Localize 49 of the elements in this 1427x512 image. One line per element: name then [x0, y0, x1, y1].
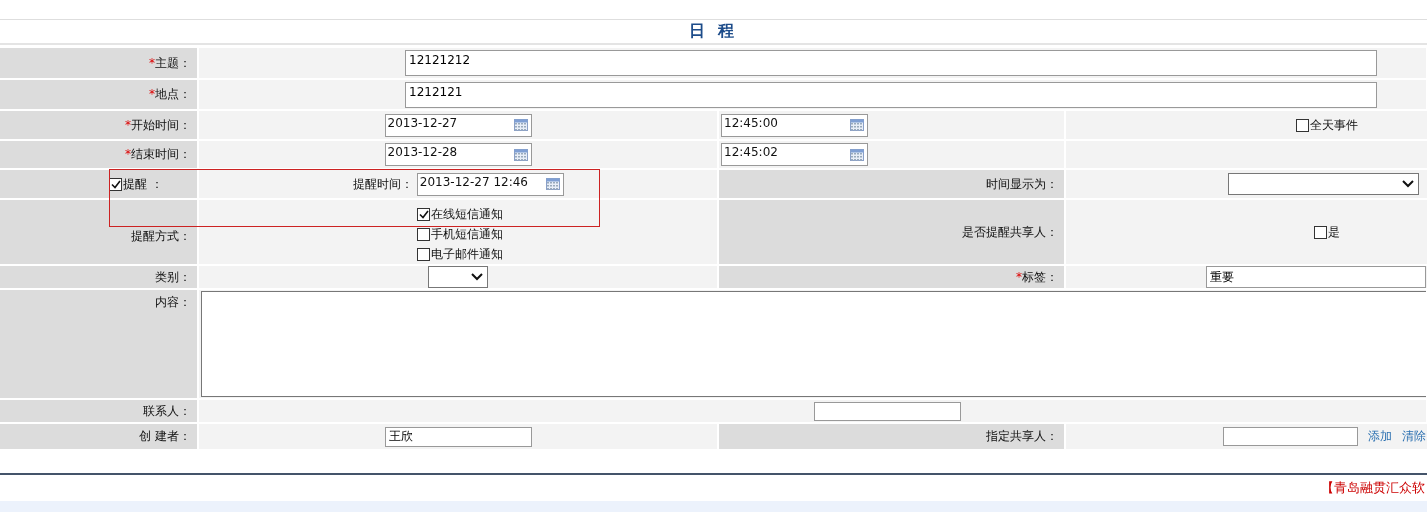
field-label: 联系人： [143, 403, 191, 418]
checkbox[interactable] [417, 247, 430, 261]
creator-field[interactable]: 王欣 [384, 426, 532, 447]
checkbox[interactable] [1313, 225, 1327, 239]
action-link[interactable]: 添加 [1368, 429, 1392, 443]
checkbox-label: 在线短信通知 [431, 205, 503, 223]
field-label: *结束时间： [125, 147, 191, 161]
calendar-icon[interactable] [850, 148, 864, 161]
calendar-icon[interactable] [513, 119, 528, 131]
field-label: *标签： [1016, 269, 1058, 284]
checkbox-label: 提醒 ： [123, 176, 163, 191]
date-field[interactable]: 2013-12-28 [384, 143, 532, 166]
time-display-select[interactable] [1228, 173, 1419, 195]
field-label: *开始时间： [125, 117, 191, 132]
field-label: *主题： [149, 55, 191, 70]
calendar-icon[interactable] [545, 178, 560, 190]
checkbox[interactable] [417, 227, 430, 241]
sharer-field[interactable] [1223, 427, 1358, 446]
tag-field[interactable]: 重要 [1206, 266, 1426, 288]
date-field[interactable]: 12:45:02 [721, 143, 868, 166]
field-label: 是否提醒共享人： [962, 224, 1058, 239]
field-label: 提醒方式： [131, 228, 191, 243]
date-field[interactable]: 12:45:00 [721, 113, 868, 137]
category-select[interactable] [428, 266, 488, 288]
checkbox-label: 手机短信通知 [431, 225, 503, 243]
subject-field[interactable]: 12121212 [405, 50, 1377, 76]
field-label: 指定共享人： [986, 429, 1058, 443]
chevron-down-icon [471, 273, 483, 281]
field-label: 时间显示为： [986, 176, 1058, 191]
checkbox-label: 电子邮件通知 [431, 245, 503, 263]
field-label: 内容： [155, 295, 191, 309]
calendar-icon[interactable] [513, 148, 528, 161]
calendar-icon[interactable] [850, 119, 864, 131]
location-field[interactable]: 1212121 [405, 81, 1377, 108]
action-link[interactable]: 清除 [1402, 429, 1426, 443]
field-label: 类别： [155, 269, 191, 284]
date-field[interactable]: 2013-12-27 [384, 113, 532, 137]
checkbox-label: 是 [1327, 224, 1340, 239]
checkbox-label: 全天事件 [1309, 117, 1358, 132]
page-title: 日 程 [688, 21, 739, 42]
field-label: 创 建者： [139, 429, 191, 443]
date-field[interactable]: 2013-12-27 12:46 [416, 172, 564, 196]
checkbox[interactable] [1295, 118, 1309, 132]
field-label: 提醒时间： [353, 176, 413, 191]
chevron-down-icon [1402, 180, 1414, 188]
footer-text: 【青岛融贯汇众软 [1321, 479, 1425, 497]
field-label: *地点： [149, 87, 191, 101]
checkbox[interactable] [417, 207, 430, 221]
contact-field[interactable] [814, 401, 961, 421]
